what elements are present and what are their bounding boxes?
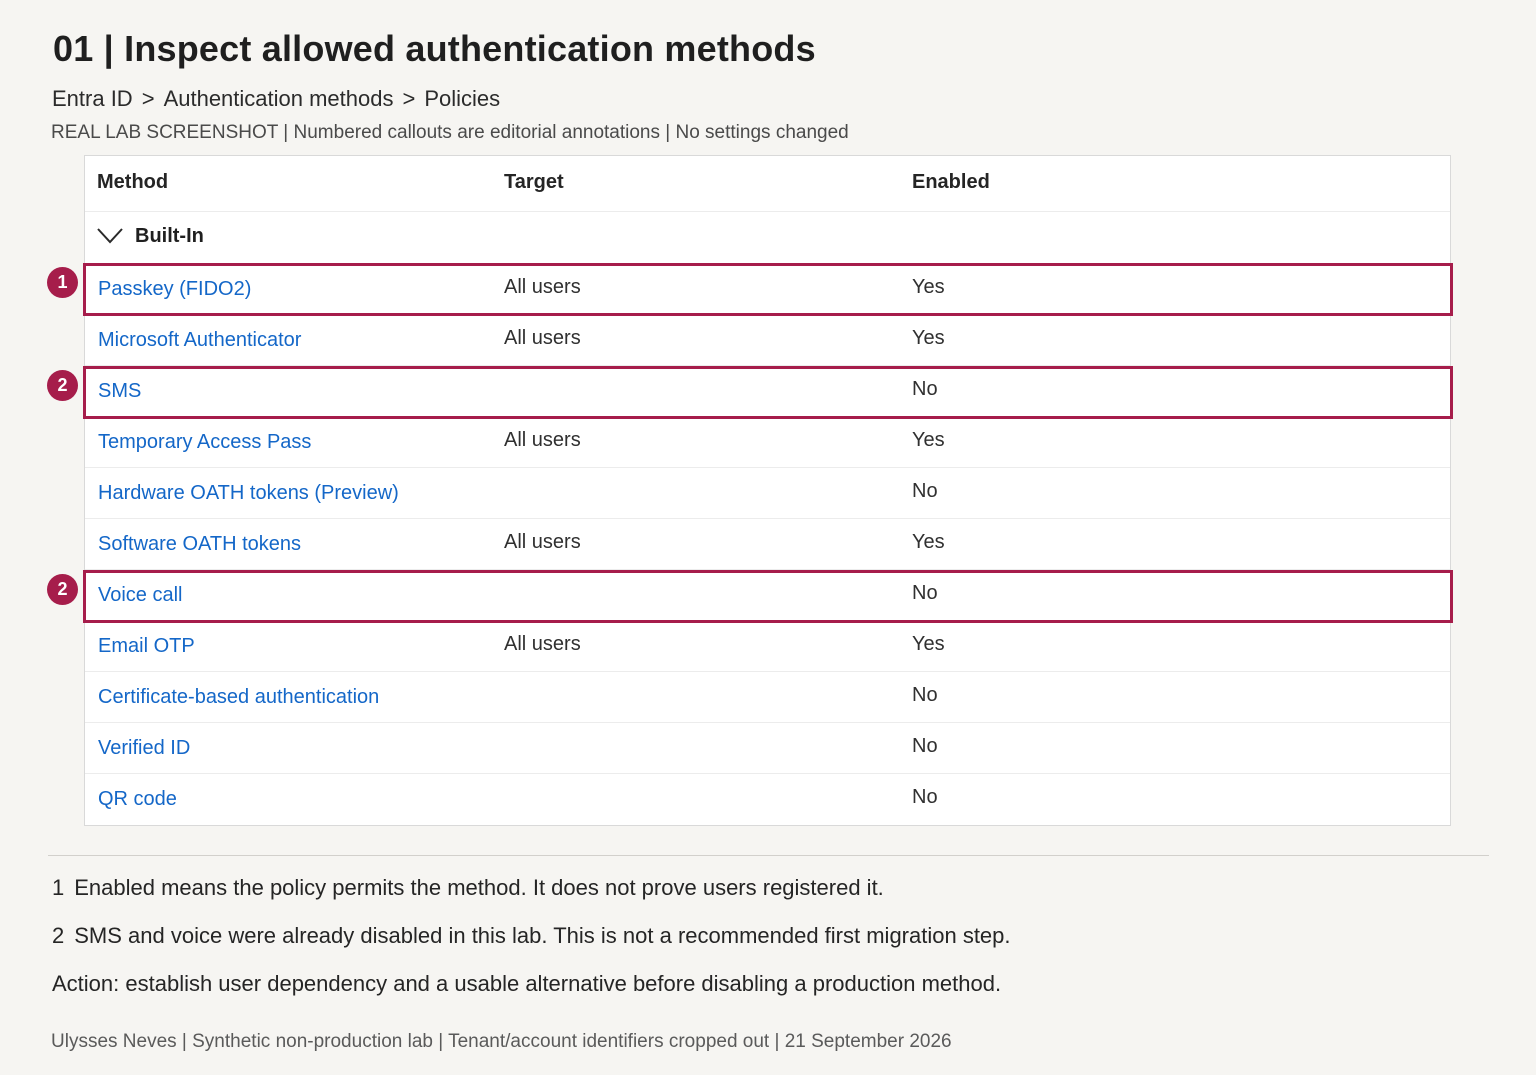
- breadcrumb-separator: >: [141, 86, 155, 111]
- note-text: SMS and voice were already disabled in t…: [74, 923, 1011, 948]
- enabled-cell: No: [912, 786, 938, 808]
- divider: [48, 855, 1489, 856]
- note-number: 1: [52, 875, 65, 900]
- screenshot-subtitle: REAL LAB SCREENSHOT | Numbered callouts …: [51, 122, 849, 143]
- callout-badge: 2: [47, 574, 78, 605]
- table-row: Software OATH tokens All users Yes: [85, 519, 1450, 570]
- method-link[interactable]: Microsoft Authenticator: [98, 329, 301, 352]
- callout-badge: 2: [47, 370, 78, 401]
- enabled-cell: Yes: [912, 276, 945, 298]
- method-link[interactable]: Passkey (FIDO2): [98, 278, 251, 301]
- table-row: Voice call No: [85, 570, 1450, 621]
- table-row: QR code No: [85, 774, 1450, 825]
- enabled-cell: No: [912, 684, 938, 706]
- target-cell: All users: [504, 276, 581, 298]
- footer-credits: Ulysses Neves | Synthetic non-production…: [51, 1031, 952, 1052]
- page-title: 01 | Inspect allowed authentication meth…: [53, 28, 816, 69]
- method-link[interactable]: Verified ID: [98, 737, 190, 760]
- chevron-down-icon[interactable]: [97, 228, 123, 244]
- table-row: Microsoft Authenticator All users Yes: [85, 315, 1450, 366]
- enabled-cell: No: [912, 582, 938, 604]
- method-link[interactable]: QR code: [98, 788, 177, 811]
- table-row: Temporary Access Pass All users Yes: [85, 417, 1450, 468]
- enabled-cell: Yes: [912, 429, 945, 451]
- enabled-cell: No: [912, 378, 938, 400]
- target-cell: All users: [504, 429, 581, 451]
- target-cell: All users: [504, 531, 581, 553]
- method-link[interactable]: Temporary Access Pass: [98, 431, 311, 454]
- group-row-built-in[interactable]: Built-In: [85, 212, 1450, 264]
- note-2: 2 SMS and voice were already disabled in …: [52, 923, 1011, 949]
- method-link[interactable]: Hardware OATH tokens (Preview): [98, 482, 399, 505]
- method-link[interactable]: Certificate-based authentication: [98, 686, 379, 709]
- table-row: Certificate-based authentication No: [85, 672, 1450, 723]
- table-row: SMS No: [85, 366, 1450, 417]
- target-cell: All users: [504, 633, 581, 655]
- callout-badge: 1: [47, 267, 78, 298]
- breadcrumb: Entra ID > Authentication methods > Policies: [52, 86, 500, 112]
- table-header: Method Target Enabled: [85, 156, 1450, 212]
- note-1: 1 Enabled means the policy permits the me…: [52, 875, 884, 901]
- enabled-cell: No: [912, 735, 938, 757]
- breadcrumb-item-entra-id[interactable]: Entra ID: [52, 86, 133, 111]
- note-number: 2: [52, 923, 65, 948]
- breadcrumb-item-authentication-methods[interactable]: Authentication methods: [164, 86, 394, 111]
- enabled-cell: Yes: [912, 531, 945, 553]
- table-row: Passkey (FIDO2) All users Yes: [85, 264, 1450, 315]
- table-row: Email OTP All users Yes: [85, 621, 1450, 672]
- enabled-cell: Yes: [912, 633, 945, 655]
- method-link[interactable]: Software OATH tokens: [98, 533, 301, 556]
- column-header-method[interactable]: Method: [97, 171, 168, 194]
- column-header-enabled[interactable]: Enabled: [912, 171, 990, 194]
- group-label: Built-In: [135, 225, 204, 247]
- column-header-target[interactable]: Target: [504, 171, 564, 194]
- methods-table: Method Target Enabled Built-In Passkey (…: [84, 155, 1451, 826]
- breadcrumb-separator: >: [402, 86, 416, 111]
- note-action: Action: establish user dependency and a …: [52, 971, 1001, 997]
- method-link[interactable]: Voice call: [98, 584, 183, 607]
- method-link[interactable]: SMS: [98, 380, 141, 403]
- table-row: Verified ID No: [85, 723, 1450, 774]
- note-text: Action: establish user dependency and a …: [52, 971, 1002, 996]
- note-text: Enabled means the policy permits the met…: [74, 875, 884, 900]
- enabled-cell: No: [912, 480, 938, 502]
- enabled-cell: Yes: [912, 327, 945, 349]
- target-cell: All users: [504, 327, 581, 349]
- table-row: Hardware OATH tokens (Preview) No: [85, 468, 1450, 519]
- method-link[interactable]: Email OTP: [98, 635, 195, 658]
- breadcrumb-item-policies[interactable]: Policies: [424, 86, 500, 111]
